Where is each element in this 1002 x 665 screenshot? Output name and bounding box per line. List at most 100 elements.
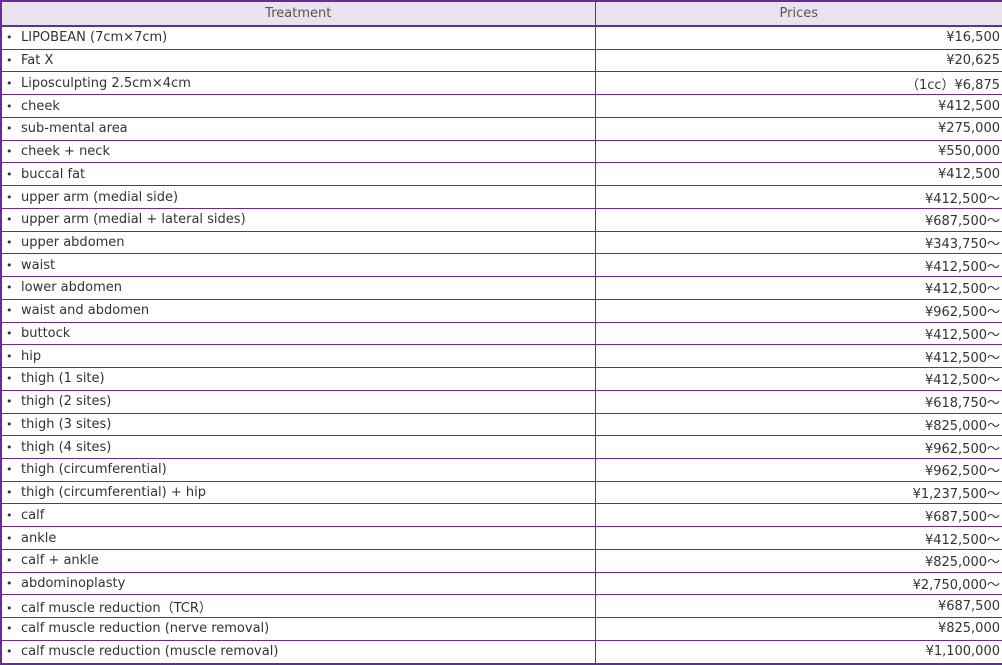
table-row: • waist and abdomen ¥962,500～	[0, 298, 1002, 323]
treatment-label: calf muscle reduction（TCR）	[21, 600, 212, 616]
table-row: • thigh (circumferential) + hip ¥1,237,500…	[0, 480, 1002, 505]
price-cell: ¥962,500～	[594, 298, 1002, 323]
treatment-label: cheek	[21, 98, 60, 114]
treatment-cell: • upper abdomen	[0, 230, 596, 255]
treatment-label: upper arm (medial side)	[21, 189, 179, 205]
treatment-label: Liposculpting 2.5cm×4cm	[21, 75, 191, 91]
price-cell: ¥962,500～	[594, 435, 1002, 459]
price-cell: ¥412,500	[594, 94, 1002, 118]
treatment-label: calf	[21, 507, 45, 523]
bullet-icon: •	[6, 349, 13, 363]
treatment-label: calf muscle reduction (nerve removal)	[21, 621, 270, 637]
bullet-icon: •	[6, 54, 13, 68]
treatment-label: sub-mental area	[21, 121, 128, 137]
treatment-cell: • buttock	[0, 321, 596, 346]
treatment-cell: • thigh (4 sites)	[0, 435, 596, 459]
treatment-cell: • thigh (2 sites)	[0, 389, 596, 414]
bullet-icon: •	[6, 395, 13, 409]
price-cell: ¥412,500～	[594, 321, 1002, 346]
treatment-cell: • calf muscle reduction (nerve removal)	[0, 617, 596, 641]
treatment-cell: • calf	[0, 503, 596, 528]
table-row: • abdominoplasty ¥2,750,000～	[0, 571, 1002, 596]
bullet-icon: •	[6, 554, 13, 568]
bullet-icon: •	[6, 190, 13, 204]
table-row: • waist ¥412,500～	[0, 253, 1002, 278]
treatment-label: thigh (1 site)	[21, 371, 105, 387]
table-row: • lower abdomen ¥412,500～	[0, 276, 1002, 300]
bullet-icon: •	[6, 508, 13, 522]
price-cell: ¥343,750～	[594, 230, 1002, 255]
treatment-cell: • upper arm (medial + lateral sides)	[0, 207, 596, 232]
table-row: • calf muscle reduction (muscle removal) ¥…	[0, 639, 1002, 665]
bullet-icon: •	[6, 531, 13, 545]
table-row: • Fat X ¥20,625	[0, 48, 1002, 73]
treatment-label: calf + ankle	[21, 553, 99, 569]
treatment-label: thigh (2 sites)	[21, 394, 112, 410]
bullet-icon: •	[6, 463, 13, 477]
bullet-icon: •	[6, 440, 13, 454]
treatment-cell: • thigh (3 sites)	[0, 412, 596, 437]
bullet-icon: •	[6, 417, 13, 431]
bullet-icon: •	[6, 235, 13, 249]
table-row: • thigh (1 site) ¥412,500～	[0, 367, 1002, 391]
treatment-label: abdominoplasty	[21, 576, 126, 591]
bullet-icon: •	[6, 167, 13, 181]
price-cell: ¥16,500	[594, 25, 1002, 50]
bullet-icon: •	[6, 281, 13, 295]
price-cell: ¥20,625	[594, 48, 1002, 73]
treatment-cell: • abdominoplasty	[0, 571, 596, 596]
price-cell: ¥2,750,000～	[594, 571, 1002, 596]
treatment-cell: • thigh (1 site)	[0, 367, 596, 391]
table-row: • cheek + neck ¥550,000	[0, 139, 1002, 164]
table-row: • thigh (2 sites) ¥618,750～	[0, 389, 1002, 414]
bullet-icon: •	[6, 645, 13, 659]
treatment-column-header: Treatment	[0, 0, 596, 27]
table-row: • sub-mental area ¥275,000	[0, 116, 1002, 141]
table-row: • hip ¥412,500～	[0, 344, 1002, 369]
price-cell: （1cc）¥6,875	[594, 71, 1002, 96]
bullet-icon: •	[6, 99, 13, 113]
price-cell: ¥962,500～	[594, 457, 1002, 482]
bullet-icon: •	[6, 145, 13, 159]
header-row: Treatment Prices	[0, 0, 1002, 27]
table-row: • calf + ankle ¥825,000～	[0, 548, 1002, 573]
treatment-cell: • lower abdomen	[0, 276, 596, 300]
treatment-label: thigh (3 sites)	[21, 416, 112, 432]
bullet-icon: •	[6, 577, 13, 590]
bullet-icon: •	[6, 122, 13, 136]
price-cell: ¥618,750～	[594, 389, 1002, 414]
treatment-label: thigh (4 sites)	[21, 439, 112, 455]
bullet-icon: •	[6, 372, 13, 386]
treatment-cell: • sub-mental area	[0, 116, 596, 141]
price-cell: ¥1,237,500～	[594, 480, 1002, 505]
treatment-cell: • hip	[0, 344, 596, 369]
treatment-label: lower abdomen	[21, 280, 122, 296]
treatment-cell: • calf muscle reduction (muscle removal)	[0, 639, 596, 665]
bullet-icon: •	[6, 258, 13, 272]
treatment-label: LIPOBEAN (7cm×7cm)	[21, 30, 168, 46]
treatment-cell: • thigh (circumferential) + hip	[0, 480, 596, 505]
treatment-label: buccal fat	[21, 166, 86, 182]
price-cell: ¥687,500～	[594, 207, 1002, 232]
table-row: • upper abdomen ¥343,750～	[0, 230, 1002, 255]
table-row: • buttock ¥412,500～	[0, 321, 1002, 346]
table-row: • upper arm (medial side) ¥412,500～	[0, 185, 1002, 209]
table-row: • buccal fat ¥412,500	[0, 162, 1002, 187]
bullet-icon: •	[6, 31, 13, 45]
treatment-label: Fat X	[21, 53, 54, 69]
treatment-cell: • calf + ankle	[0, 548, 596, 573]
price-cell: ¥1,100,000	[594, 639, 1002, 665]
table-row: • thigh (3 sites) ¥825,000～	[0, 412, 1002, 437]
treatment-cell: • cheek	[0, 94, 596, 118]
table-row: • calf muscle reduction (nerve removal) ¥8…	[0, 617, 1002, 641]
price-cell: ¥412,500～	[594, 276, 1002, 300]
price-cell: ¥825,000～	[594, 412, 1002, 437]
treatment-label: buttock	[21, 325, 71, 341]
table-row: • cheek ¥412,500	[0, 94, 1002, 118]
table-row: • upper arm (medial + lateral sides) ¥687,…	[0, 207, 1002, 232]
treatment-label: cheek + neck	[21, 144, 110, 160]
treatment-cell: • buccal fat	[0, 162, 596, 187]
table-row: • thigh (circumferential) ¥962,500～	[0, 457, 1002, 482]
table-body: • LIPOBEAN (7cm×7cm) ¥16,500 • Fat X ¥20,625 •…	[0, 25, 1002, 665]
treatment-label: upper abdomen	[21, 234, 125, 250]
